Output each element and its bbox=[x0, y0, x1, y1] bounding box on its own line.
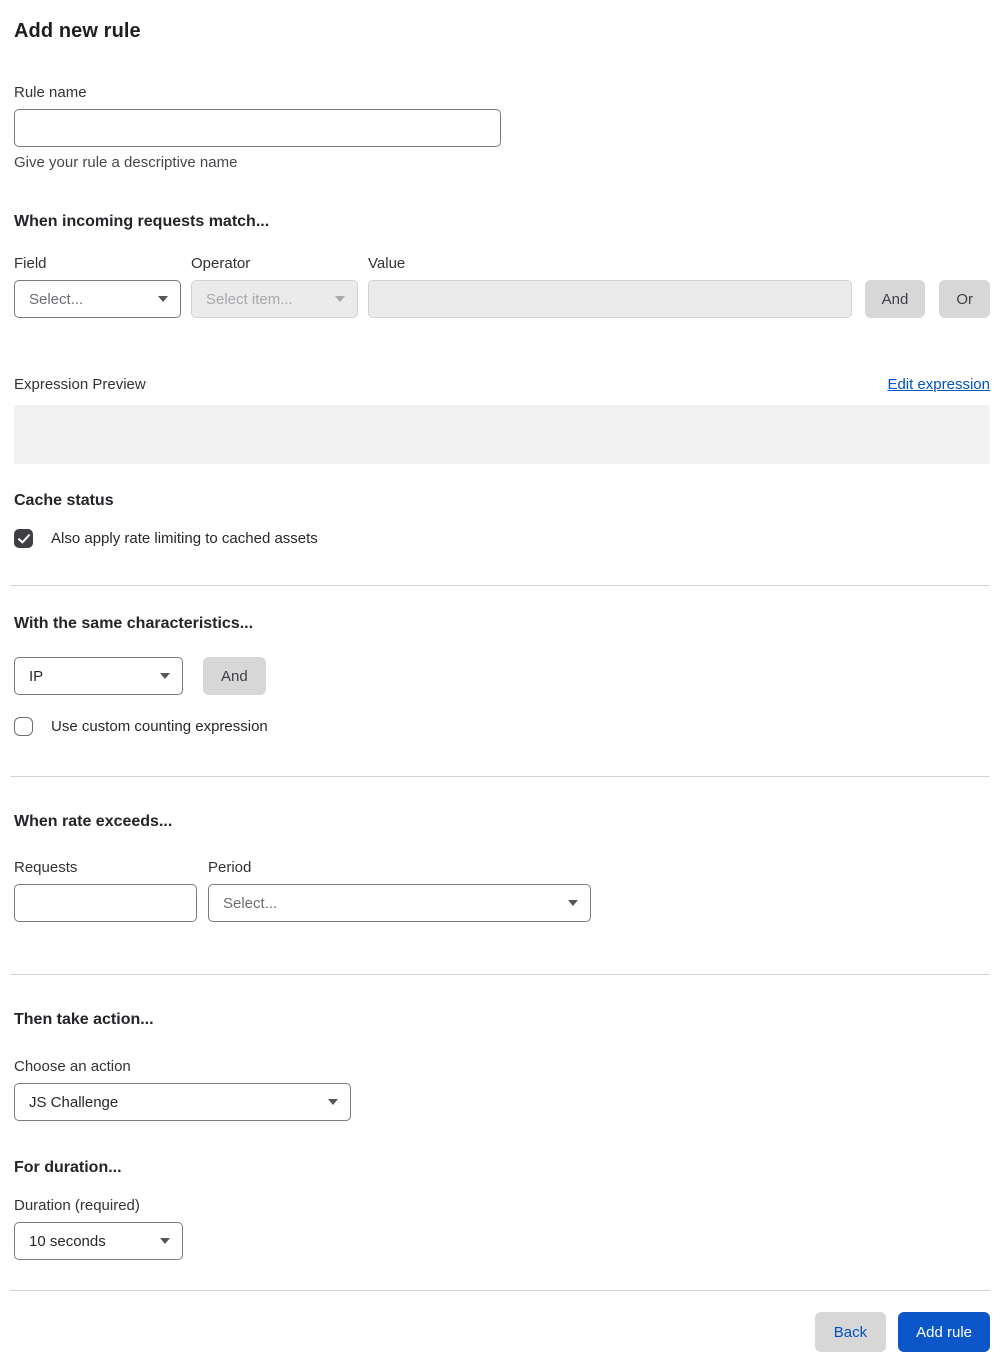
rate-row: Requests Period Select... bbox=[14, 859, 990, 922]
or-button[interactable]: Or bbox=[939, 280, 990, 318]
custom-counting-checkbox[interactable] bbox=[14, 717, 33, 736]
requests-input[interactable] bbox=[14, 884, 197, 922]
period-select[interactable]: Select... bbox=[208, 884, 591, 922]
cached-assets-row: Also apply rate limiting to cached asset… bbox=[14, 529, 990, 548]
expression-preview-header: Expression Preview Edit expression bbox=[14, 376, 990, 393]
operator-label: Operator bbox=[191, 255, 251, 272]
requests-column: Requests bbox=[14, 859, 197, 922]
add-rule-form: Add new rule Rule name Give your rule a … bbox=[0, 0, 1002, 1372]
chevron-down-icon bbox=[160, 673, 170, 679]
add-rule-button[interactable]: Add rule bbox=[898, 1312, 990, 1352]
value-column: Value bbox=[368, 255, 852, 318]
section-heading-characteristics: With the same characteristics... bbox=[14, 615, 254, 632]
field-label: Field bbox=[14, 255, 47, 272]
action-select-value: JS Challenge bbox=[29, 1093, 119, 1111]
chevron-down-icon bbox=[160, 1238, 170, 1244]
custom-counting-row: Use custom counting expression bbox=[14, 717, 990, 736]
value-label: Value bbox=[368, 255, 406, 272]
action-select[interactable]: JS Challenge bbox=[14, 1083, 351, 1121]
period-select-value: Select... bbox=[223, 894, 278, 912]
back-button[interactable]: Back bbox=[814, 1312, 887, 1352]
and-button[interactable]: And bbox=[864, 280, 926, 318]
rule-name-label: Rule name bbox=[14, 84, 87, 101]
form-footer: Back Add rule bbox=[14, 1312, 990, 1362]
duration-label: Duration (required) bbox=[14, 1197, 140, 1214]
section-heading-duration: For duration... bbox=[14, 1159, 122, 1176]
characteristic-and-button[interactable]: And bbox=[203, 657, 266, 695]
requests-label: Requests bbox=[14, 859, 78, 876]
chevron-down-icon bbox=[568, 900, 578, 906]
period-label: Period bbox=[208, 859, 252, 876]
or-column: Or bbox=[939, 280, 990, 318]
duration-select[interactable]: 10 seconds bbox=[14, 1222, 183, 1260]
section-heading-match: When incoming requests match... bbox=[14, 213, 270, 230]
value-input bbox=[368, 280, 852, 318]
custom-counting-label: Use custom counting expression bbox=[51, 718, 268, 735]
expression-preview-label: Expression Preview bbox=[14, 376, 146, 393]
cached-assets-label: Also apply rate limiting to cached asset… bbox=[51, 530, 318, 547]
rule-name-group: Rule name Give your rule a descriptive n… bbox=[14, 84, 990, 171]
divider bbox=[10, 1290, 990, 1291]
field-select-value: Select... bbox=[29, 290, 84, 308]
checkmark-icon bbox=[17, 533, 30, 543]
characteristic-select[interactable]: IP bbox=[14, 657, 183, 695]
and-column: And bbox=[864, 280, 926, 318]
chevron-down-icon bbox=[328, 1099, 338, 1105]
section-heading-cache-status: Cache status bbox=[14, 492, 114, 509]
expression-preview-box bbox=[14, 405, 990, 464]
period-column: Period Select... bbox=[208, 859, 591, 922]
field-select[interactable]: Select... bbox=[14, 280, 181, 318]
operator-select: Select item... bbox=[191, 280, 358, 318]
cached-assets-checkbox[interactable] bbox=[14, 529, 33, 548]
chevron-down-icon bbox=[335, 296, 345, 302]
operator-column: Operator Select item... bbox=[191, 255, 358, 318]
characteristics-row: IP And bbox=[14, 657, 990, 695]
rule-name-input[interactable] bbox=[14, 109, 501, 147]
operator-select-value: Select item... bbox=[206, 290, 293, 308]
action-label: Choose an action bbox=[14, 1058, 131, 1075]
page-title: Add new rule bbox=[14, 20, 141, 42]
match-row: Field Select... Operator Select item... … bbox=[14, 255, 990, 318]
section-heading-action: Then take action... bbox=[14, 1011, 154, 1028]
section-heading-rate: When rate exceeds... bbox=[14, 813, 173, 830]
field-column: Field Select... bbox=[14, 255, 181, 318]
divider bbox=[10, 776, 990, 777]
divider bbox=[10, 585, 990, 586]
divider bbox=[10, 974, 990, 975]
characteristic-select-value: IP bbox=[29, 667, 44, 685]
chevron-down-icon bbox=[158, 296, 168, 302]
edit-expression-link[interactable]: Edit expression bbox=[887, 376, 990, 393]
duration-select-value: 10 seconds bbox=[29, 1232, 106, 1250]
rule-name-helper: Give your rule a descriptive name bbox=[14, 154, 238, 171]
